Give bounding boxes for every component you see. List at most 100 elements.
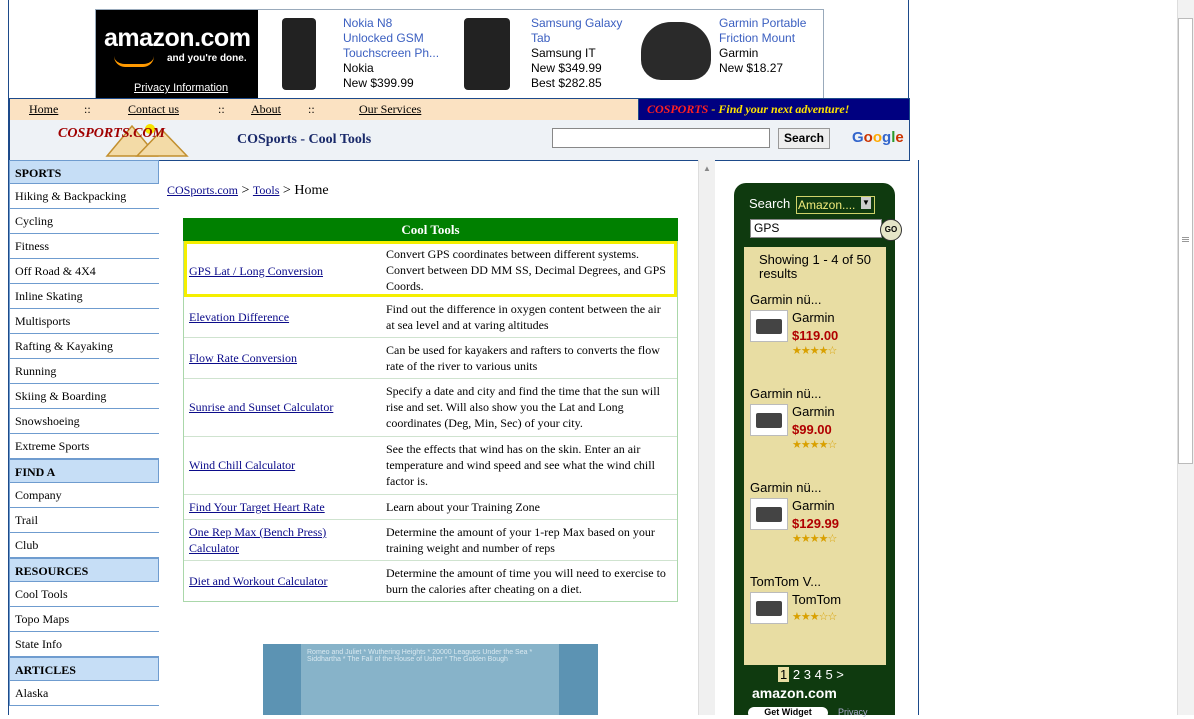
sidebar-item-club[interactable]: Club (9, 533, 159, 558)
nav-about[interactable]: About (251, 102, 281, 117)
get-widget-button[interactable]: Get Widget (748, 707, 828, 719)
amazon-logo-text: amazon.com (104, 24, 251, 52)
bottom-ad-text: Romeo and Juliet * Wuthering Heights * 2… (301, 644, 559, 715)
sidebar-item-offroad[interactable]: Off Road & 4X4 (9, 259, 159, 284)
sidebar-item-cycling[interactable]: Cycling (9, 209, 159, 234)
table-row: Wind Chill Calculator See the effects th… (184, 437, 677, 495)
sidebar-item-extreme-sports[interactable]: Extreme Sports (9, 434, 159, 459)
gps-device-thumbnail[interactable] (750, 498, 788, 530)
widget-result-title[interactable]: Garmin nü... (750, 292, 822, 307)
ad-product-3-price: New $18.27 (719, 61, 784, 75)
sidebar-item-inline-skating[interactable]: Inline Skating (9, 284, 159, 309)
page-link-2[interactable]: 2 (793, 667, 800, 682)
site-search-input[interactable] (552, 128, 770, 148)
ad-product-2-price: New $349.99 (531, 61, 602, 75)
table-row: GPS Lat / Long Conversion Convert GPS co… (184, 241, 677, 297)
tool-link-wind-chill[interactable]: Wind Chill Calculator (189, 457, 295, 473)
mount-thumbnail[interactable] (641, 22, 711, 80)
sidebar-item-fitness[interactable]: Fitness (9, 234, 159, 259)
amazon-smile-icon (114, 56, 154, 67)
tool-description: Can be used for kayakers and rafters to … (386, 343, 660, 373)
ad-product-2-best-price: Best $282.85 (531, 76, 602, 90)
star-rating-icon: ★★★★☆ (792, 439, 837, 451)
sidebar-item-snowshoeing[interactable]: Snowshoeing (9, 409, 159, 434)
widget-result-price: $99.00 (792, 422, 832, 437)
phone-thumbnail[interactable] (282, 18, 316, 90)
sidebar-item-cool-tools[interactable]: Cool Tools (9, 582, 159, 607)
gps-device-thumbnail[interactable] (750, 592, 788, 624)
page-link-3[interactable]: 3 (804, 667, 811, 682)
tool-link-sunrise-sunset[interactable]: Sunrise and Sunset Calculator (189, 399, 333, 415)
tool-link-one-rep-max[interactable]: One Rep Max (Bench Press) Calculator (189, 524, 339, 556)
sidebar-category-articles: ARTICLES (9, 657, 159, 681)
star-rating-icon: ★★★★☆ (792, 345, 837, 357)
frame-line-right-lower (918, 160, 919, 715)
tool-link-flow-rate[interactable]: Flow Rate Conversion (189, 350, 297, 366)
page-link-5[interactable]: 5 (825, 667, 832, 682)
page-link-4[interactable]: 4 (815, 667, 822, 682)
widget-result-item[interactable]: Garmin nü... Garmin $129.99 ★★★★☆ (750, 480, 839, 545)
widget-search-label: Search (749, 196, 791, 211)
star-rating-icon: ★★★☆☆ (792, 611, 837, 623)
page-next-link[interactable]: > (836, 667, 844, 682)
widget-privacy-link[interactable]: Privacy (838, 707, 868, 717)
sidebar-item-rafting[interactable]: Rafting & Kayaking (9, 334, 159, 359)
nav-contact[interactable]: Contact us (128, 102, 179, 117)
site-search-button[interactable]: Search (778, 128, 830, 149)
chevron-down-icon[interactable]: ▼ (861, 197, 871, 209)
nav-separator: :: (308, 102, 315, 116)
tool-description: Specify a date and city and find the tim… (386, 384, 660, 430)
nav-services[interactable]: Our Services (359, 102, 421, 117)
ad-product-2: Samsung Galaxy Tab Samsung IT New $349.9… (531, 16, 631, 91)
sidebar-item-topo-maps[interactable]: Topo Maps (9, 607, 159, 632)
tablet-thumbnail[interactable] (464, 18, 510, 90)
widget-results-panel: Showing 1 - 4 of 50 results Garmin nü...… (744, 247, 886, 665)
breadcrumb-current: Home (294, 183, 329, 198)
ad-privacy-link[interactable]: Privacy Information (134, 82, 228, 94)
sidebar-item-hiking[interactable]: Hiking & Backpacking (9, 184, 159, 209)
page-scrollbar-thumb[interactable] (1178, 18, 1193, 464)
widget-go-button[interactable]: GO (880, 219, 902, 241)
sidebar-item-company[interactable]: Company (9, 483, 159, 508)
breadcrumb-home-link[interactable]: COSports.com (167, 183, 238, 197)
widget-result-item[interactable]: Garmin nü... Garmin $99.00 ★★★★☆ (750, 386, 837, 451)
content-scrollbar[interactable]: ▲ (698, 160, 715, 715)
page-link-1[interactable]: 1 (778, 667, 790, 682)
table-row: Diet and Workout Calculator Determine th… (184, 561, 677, 601)
widget-result-brand: Garmin (792, 404, 835, 419)
tool-description: Determine the amount of time you will ne… (386, 566, 666, 596)
gps-device-thumbnail[interactable] (750, 310, 788, 342)
bottom-ad-banner[interactable]: Romeo and Juliet * Wuthering Heights * 2… (263, 644, 598, 715)
sidebar-item-multisports[interactable]: Multisports (9, 309, 159, 334)
amazon-logo[interactable]: amazon.com and you're done. Privacy Info… (96, 10, 258, 98)
widget-result-title[interactable]: Garmin nü... (750, 386, 822, 401)
site-logo-text[interactable]: COSPORTS.COM (58, 126, 165, 142)
sidebar-item-skiing[interactable]: Skiing & Boarding (9, 384, 159, 409)
widget-result-price: $119.00 (792, 328, 839, 343)
sidebar-item-state-info[interactable]: State Info (9, 632, 159, 657)
ad-product-2-link[interactable]: Samsung Galaxy Tab (531, 16, 622, 45)
ad-product-3-link[interactable]: Garmin Portable Friction Mount (719, 16, 806, 45)
sidebar-item-running[interactable]: Running (9, 359, 159, 384)
ad-product-1-link[interactable]: Nokia N8 Unlocked GSM Touchscreen Ph... (343, 16, 439, 60)
gps-device-thumbnail[interactable] (750, 404, 788, 436)
widget-result-title[interactable]: TomTom V... (750, 574, 821, 589)
nav-home[interactable]: Home (29, 102, 58, 117)
amazon-ad-banner: amazon.com and you're done. Privacy Info… (95, 9, 824, 99)
widget-result-count: Showing 1 - 4 of 50 results (759, 252, 872, 281)
breadcrumb-tools-link[interactable]: Tools (253, 183, 280, 197)
widget-result-title[interactable]: Garmin nü... (750, 480, 822, 495)
tool-link-diet-workout[interactable]: Diet and Workout Calculator (189, 573, 327, 589)
tool-description: Determine the amount of your 1-rep Max b… (386, 525, 655, 555)
table-row: Flow Rate Conversion Can be used for kay… (184, 338, 677, 379)
tool-link-heart-rate[interactable]: Find Your Target Heart Rate (189, 499, 325, 515)
widget-amazon-logo[interactable]: amazon.com (752, 685, 837, 701)
tool-link-elevation[interactable]: Elevation Difference (189, 309, 289, 325)
sidebar-item-trail[interactable]: Trail (9, 508, 159, 533)
tool-link-gps-conversion[interactable]: GPS Lat / Long Conversion (189, 263, 323, 279)
widget-result-item[interactable]: Garmin nü... Garmin $119.00 ★★★★☆ (750, 292, 838, 357)
scroll-up-arrow-icon[interactable]: ▲ (703, 164, 711, 173)
sidebar-item-alaska[interactable]: Alaska (9, 681, 159, 706)
widget-search-input[interactable]: GPS (750, 219, 882, 238)
widget-result-item[interactable]: TomTom V... TomTom ★★★☆☆ (750, 574, 841, 624)
